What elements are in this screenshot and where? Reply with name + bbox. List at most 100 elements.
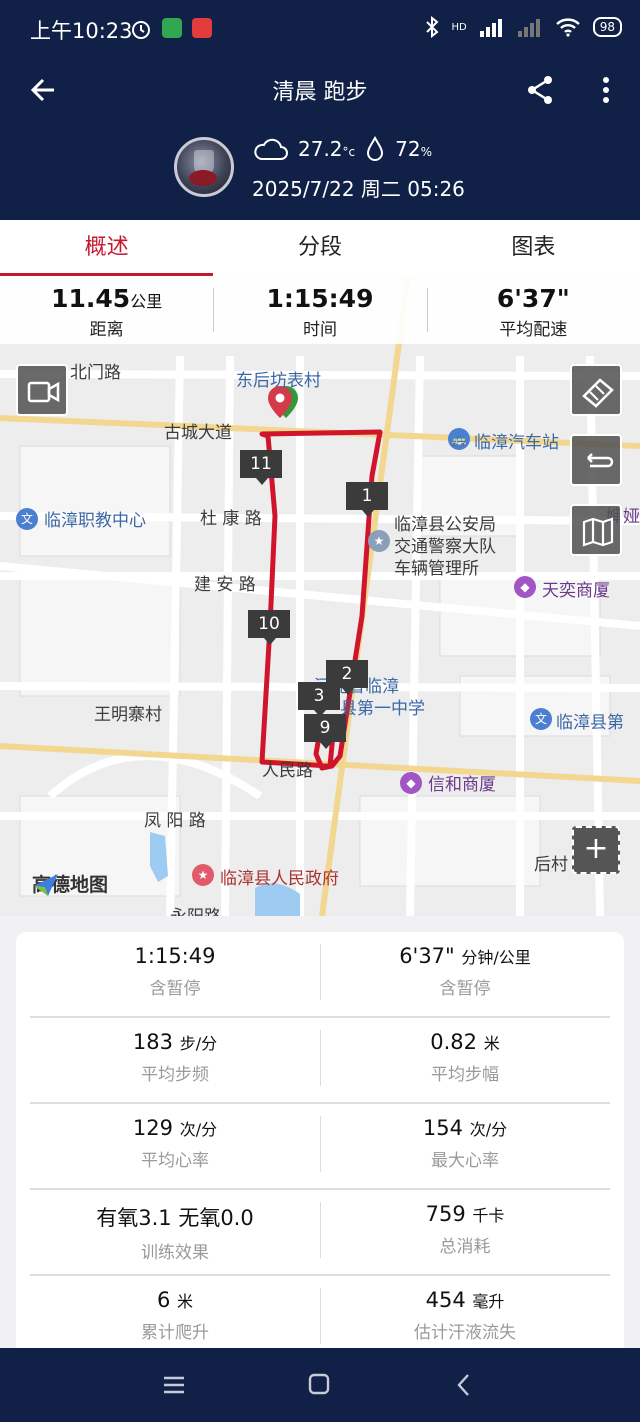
value-unit: 次/分 [179, 1120, 218, 1139]
back-icon[interactable] [448, 1370, 480, 1400]
stat-label: 距离 [89, 320, 124, 340]
summary-value: 1:15:49 [30, 944, 320, 968]
stat-value: 6'37" [427, 284, 640, 313]
route-map[interactable]: 北门路 东后坊表村 古城大道 🚌 临漳汽车站 文 临漳职教中心 杜 康 路 临漳… [0, 276, 640, 916]
value-number: 183 [132, 1030, 173, 1054]
summary-label: 训练效果 [141, 1243, 209, 1263]
top-stats-bar: 11.45公里 距离 1:15:49 时间 6'37" 平均配速 [0, 276, 640, 344]
replay-button[interactable] [570, 434, 622, 486]
summary-label: 平均心率 [141, 1151, 209, 1171]
map-label: 临漳县第 [556, 713, 624, 733]
distance-unit: 公里 [130, 292, 163, 311]
weather-info: 27.2°c 72% [252, 136, 432, 162]
stat-label: 时间 [302, 320, 337, 340]
summary-label: 累计爬升 [141, 1323, 209, 1343]
more-options-icon[interactable] [594, 72, 618, 108]
summary-value: 759 千卡 [320, 1202, 610, 1226]
zoom-in-button[interactable]: + [572, 826, 620, 874]
summary-cell: 759 千卡总消耗 [320, 1190, 610, 1274]
shopping-icon: ◆ [514, 576, 536, 598]
value-unit: 毫升 [472, 1292, 505, 1311]
map-label: 临漳职教中心 [44, 511, 146, 531]
summary-value: 6 米 [30, 1288, 320, 1312]
summary-row: 有氧3.1 无氧0.0 训练效果 759 千卡总消耗 [30, 1190, 610, 1276]
shopping-icon: ◆ [400, 772, 422, 794]
bluetooth-icon [426, 16, 439, 38]
summary-label: 含暂停 [439, 979, 491, 999]
tab-overview[interactable]: 概述 [0, 220, 214, 276]
map-layers-icon [582, 378, 614, 408]
bus-station-icon: 🚌 [448, 428, 470, 450]
summary-row: 183 步/分平均步频 0.82 米平均步幅 [30, 1018, 610, 1104]
share-icon[interactable] [524, 72, 556, 108]
map-label: 建 安 路 [194, 575, 256, 595]
summary-label: 平均步幅 [431, 1065, 499, 1085]
video-camera-icon [27, 381, 60, 403]
map-label: 东后坊表村 [236, 371, 321, 391]
tab-charts[interactable]: 图表 [427, 220, 640, 276]
value-number: 454 [425, 1288, 466, 1312]
cloud-icon [254, 138, 288, 160]
value-number: 0.82 [430, 1030, 478, 1054]
summary-value: 129 次/分 [30, 1116, 320, 1140]
temperature-value: 27.2°c [298, 137, 355, 161]
stat-distance: 11.45公里 距离 [0, 276, 213, 344]
summary-value: 有氧3.1 无氧0.0 [30, 1202, 320, 1232]
map-label: 后村 [534, 855, 568, 875]
map-label: 杜 康 路 [200, 509, 262, 529]
summary-cell: 0.82 米平均步幅 [320, 1018, 610, 1102]
map-view-button[interactable] [570, 504, 622, 556]
map-label: 县第一中学 [340, 699, 425, 719]
amap-logo: 高德地图 [32, 870, 108, 897]
time-value: 1:15:49 [266, 284, 374, 313]
summary-cell: 6'37" 分钟/公里含暂停 [320, 932, 610, 1016]
value-unit: 分钟/公里 [461, 948, 531, 967]
humidity-value: 72% [395, 137, 432, 161]
map-label: 临漳汽车站 [474, 433, 559, 453]
signal-2-icon [517, 19, 540, 37]
summary-cell: 154 次/分 最大心率 [320, 1104, 610, 1188]
value-unit: 次/分 [469, 1120, 508, 1139]
map-icon [582, 517, 614, 547]
map-label: 人民路 [262, 761, 313, 781]
map-label: 临漳县人民政府 [220, 869, 339, 889]
summary-row: 1:15:49 含暂停 6'37" 分钟/公里含暂停 [30, 932, 610, 1018]
summary-cell: 129 次/分平均心率 [30, 1104, 320, 1188]
value-number: 154 [422, 1116, 463, 1140]
alarm-icon [132, 21, 150, 39]
map-label: 凤 阳 路 [144, 811, 206, 831]
stat-value: 1:15:49 [213, 284, 426, 313]
map-label: 永阳路 [170, 902, 221, 916]
humidity-number: 72 [395, 137, 421, 161]
police-icon: ★ [368, 530, 390, 552]
tab-splits[interactable]: 分段 [213, 220, 426, 276]
value-number: 6'37" [399, 944, 455, 968]
summary-cell: 有氧3.1 无氧0.0 训练效果 [30, 1190, 320, 1274]
government-icon: ★ [192, 864, 214, 886]
home-icon[interactable] [303, 1370, 335, 1400]
hd-label: HD [451, 21, 467, 33]
status-bar: 上午10:23 HD 98 [0, 0, 640, 58]
map-label: 王明寨村 [94, 705, 162, 725]
map-style-button[interactable] [570, 364, 622, 416]
video-button[interactable] [16, 364, 68, 416]
stat-pace: 6'37" 平均配速 [426, 276, 640, 344]
temperature-unit: °c [342, 145, 356, 159]
km-marker: 10 [248, 610, 290, 645]
status-right-icons: HD 98 [425, 16, 622, 38]
pace-value: 6'37" [496, 284, 570, 313]
km-marker: 9 [304, 714, 346, 749]
summary-row: 129 次/分平均心率 154 次/分 最大心率 [30, 1104, 610, 1190]
summary-card: 1:15:49 含暂停 6'37" 分钟/公里含暂停 183 步/分平均步频 0.… [16, 932, 624, 1362]
app-notification-icon [192, 18, 212, 38]
map-label: 北门路 [70, 363, 121, 383]
battery-indicator: 98 [592, 17, 622, 37]
menu-icon[interactable] [158, 1370, 190, 1400]
summary-value: 183 步/分 [30, 1030, 320, 1054]
value-unit: 千卡 [472, 1206, 505, 1225]
humidity-unit: % [420, 145, 432, 159]
summary-label: 平均步频 [141, 1065, 209, 1085]
avatar[interactable] [174, 137, 234, 197]
summary-label: 总消耗 [439, 1237, 491, 1257]
school-icon: 文 [16, 508, 38, 530]
